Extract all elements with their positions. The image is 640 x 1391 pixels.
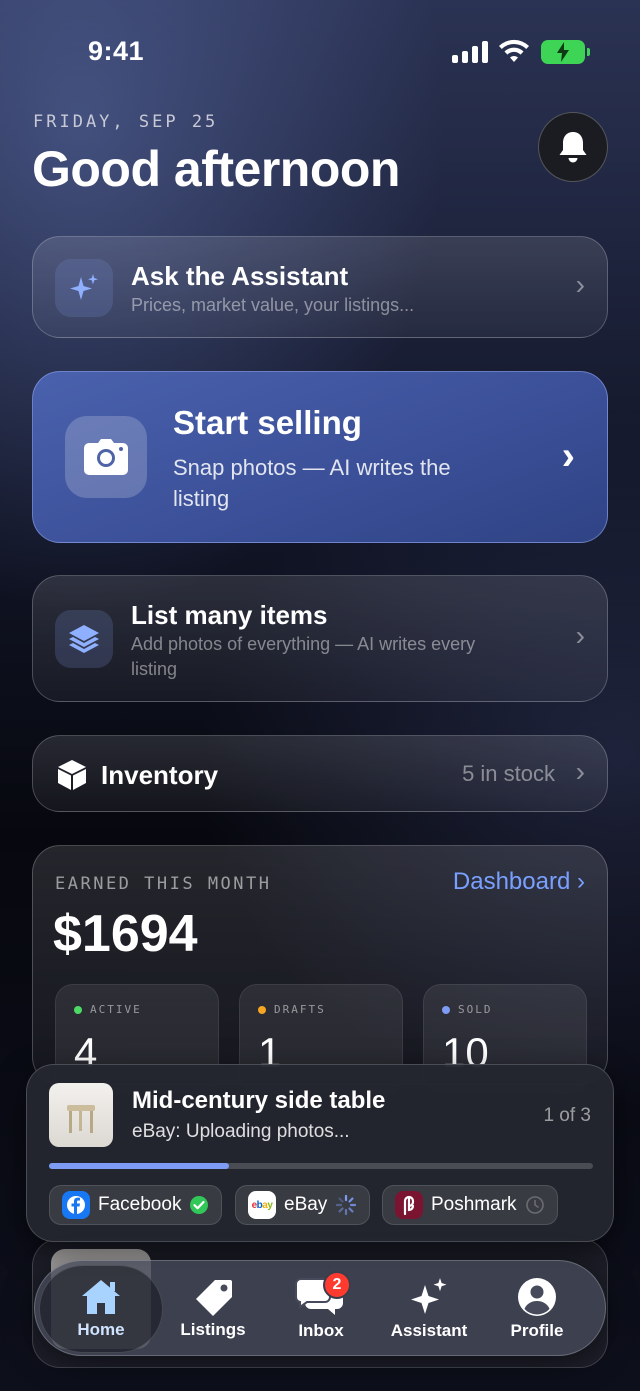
person-icon — [518, 1278, 556, 1316]
dashboard-link-label: Dashboard — [452, 868, 571, 895]
channel-chip-ebay[interactable]: ebay eBay — [235, 1185, 371, 1225]
bottom-tab-bar: Home Listings Inbox 2 Assistant Profile — [34, 1260, 606, 1356]
list-many-title: List many items — [131, 600, 328, 630]
tab-assistant[interactable]: Assistant — [373, 1261, 485, 1357]
channel-name: eBay — [284, 1194, 328, 1215]
chevron-right-icon: › — [575, 269, 585, 300]
layers-icon-box — [55, 610, 113, 668]
tag-icon — [196, 1280, 232, 1316]
poshmark-icon — [395, 1191, 423, 1219]
tab-listings[interactable]: Listings — [157, 1261, 269, 1357]
stat-label: ACTIVE — [90, 1003, 142, 1016]
chevron-right-icon: › — [577, 868, 585, 895]
tab-label: Listings — [180, 1320, 246, 1339]
side-table-image — [67, 1105, 95, 1133]
tab-inbox[interactable]: Inbox 2 — [265, 1261, 377, 1357]
start-selling-title: Start selling — [173, 404, 362, 441]
box-icon — [58, 760, 86, 790]
date-label: FRIDAY, SEP 25 — [33, 112, 219, 132]
stat-label: SOLD — [458, 1003, 493, 1016]
chevron-right-icon: › — [575, 620, 585, 651]
status-time: 9:41 — [88, 36, 145, 66]
tab-profile[interactable]: Profile — [481, 1261, 593, 1357]
tab-label: Inbox — [298, 1321, 344, 1340]
upload-progress-bar — [49, 1163, 593, 1169]
spinner-icon — [336, 1194, 357, 1216]
upload-progress-fill — [49, 1163, 229, 1169]
channel-name: Poshmark — [431, 1194, 517, 1215]
item-thumbnail — [49, 1083, 113, 1147]
layers-icon — [69, 625, 99, 653]
tab-label: Profile — [510, 1321, 564, 1340]
channel-chip-facebook[interactable]: Facebook — [49, 1185, 223, 1225]
status-dot — [442, 1005, 450, 1014]
chevron-right-icon: › — [561, 434, 575, 478]
list-many-subtitle: Add photos of everything — AI writes eve… — [131, 634, 476, 679]
status-dot — [258, 1005, 266, 1014]
ask-assistant-card[interactable]: Ask the Assistant Prices, market value, … — [32, 236, 608, 338]
channel-chip-poshmark[interactable]: Poshmark — [382, 1185, 558, 1225]
assistant-card-subtitle: Prices, market value, your listings... — [131, 295, 415, 315]
upload-progress-card[interactable]: Mid-century side table eBay: Uploading p… — [26, 1064, 614, 1242]
earnings-label: EARNED THIS MONTH — [55, 874, 272, 894]
cellular-signal-icon — [452, 41, 488, 63]
greeting-title: Good afternoon — [32, 141, 400, 197]
ebay-icon: ebay — [248, 1191, 276, 1219]
camera-icon-box — [65, 416, 147, 498]
wifi-icon — [499, 39, 529, 62]
chevron-right-icon: › — [575, 756, 585, 787]
tab-home[interactable]: Home — [39, 1265, 163, 1353]
stat-label: DRAFTS — [274, 1003, 326, 1016]
upload-count: 1 of 3 — [543, 1105, 591, 1126]
notifications-button[interactable] — [538, 112, 608, 182]
dashboard-link[interactable]: Dashboard › — [453, 868, 585, 896]
battery-charging-icon — [541, 40, 590, 64]
earnings-amount: $1694 — [53, 905, 198, 963]
assistant-icon-box — [55, 259, 113, 317]
clock-icon — [525, 1196, 544, 1214]
start-selling-subtitle: Snap photos — AI writes the listing — [173, 455, 451, 511]
unread-badge: 2 — [323, 1271, 351, 1299]
facebook-icon — [62, 1191, 90, 1219]
home-icon — [82, 1280, 120, 1314]
inventory-stock-count: 5 in stock — [462, 761, 555, 786]
upload-status: eBay: Uploading photos... — [132, 1121, 350, 1142]
tab-label: Home — [77, 1320, 125, 1339]
start-selling-card[interactable]: Start selling Snap photos — AI writes th… — [32, 371, 608, 543]
list-many-items-card[interactable]: List many items Add photos of everything… — [32, 575, 608, 702]
channel-name: Facebook — [98, 1194, 182, 1215]
inventory-title: Inventory — [101, 760, 219, 790]
camera-icon — [84, 439, 128, 475]
sparkle-icon — [70, 274, 98, 300]
check-circle-icon — [190, 1196, 209, 1214]
bell-icon — [559, 132, 587, 163]
assistant-card-title: Ask the Assistant — [131, 261, 349, 291]
upload-item-title: Mid-century side table — [132, 1087, 386, 1114]
status-dot — [74, 1005, 82, 1014]
status-bar: 9:41 — [0, 0, 640, 100]
tab-label: Assistant — [390, 1321, 468, 1340]
sparkle-icon — [411, 1278, 447, 1314]
earnings-card: EARNED THIS MONTH Dashboard › $1694 ACTI… — [32, 845, 608, 1094]
inventory-row[interactable]: Inventory 5 in stock › — [32, 735, 608, 812]
